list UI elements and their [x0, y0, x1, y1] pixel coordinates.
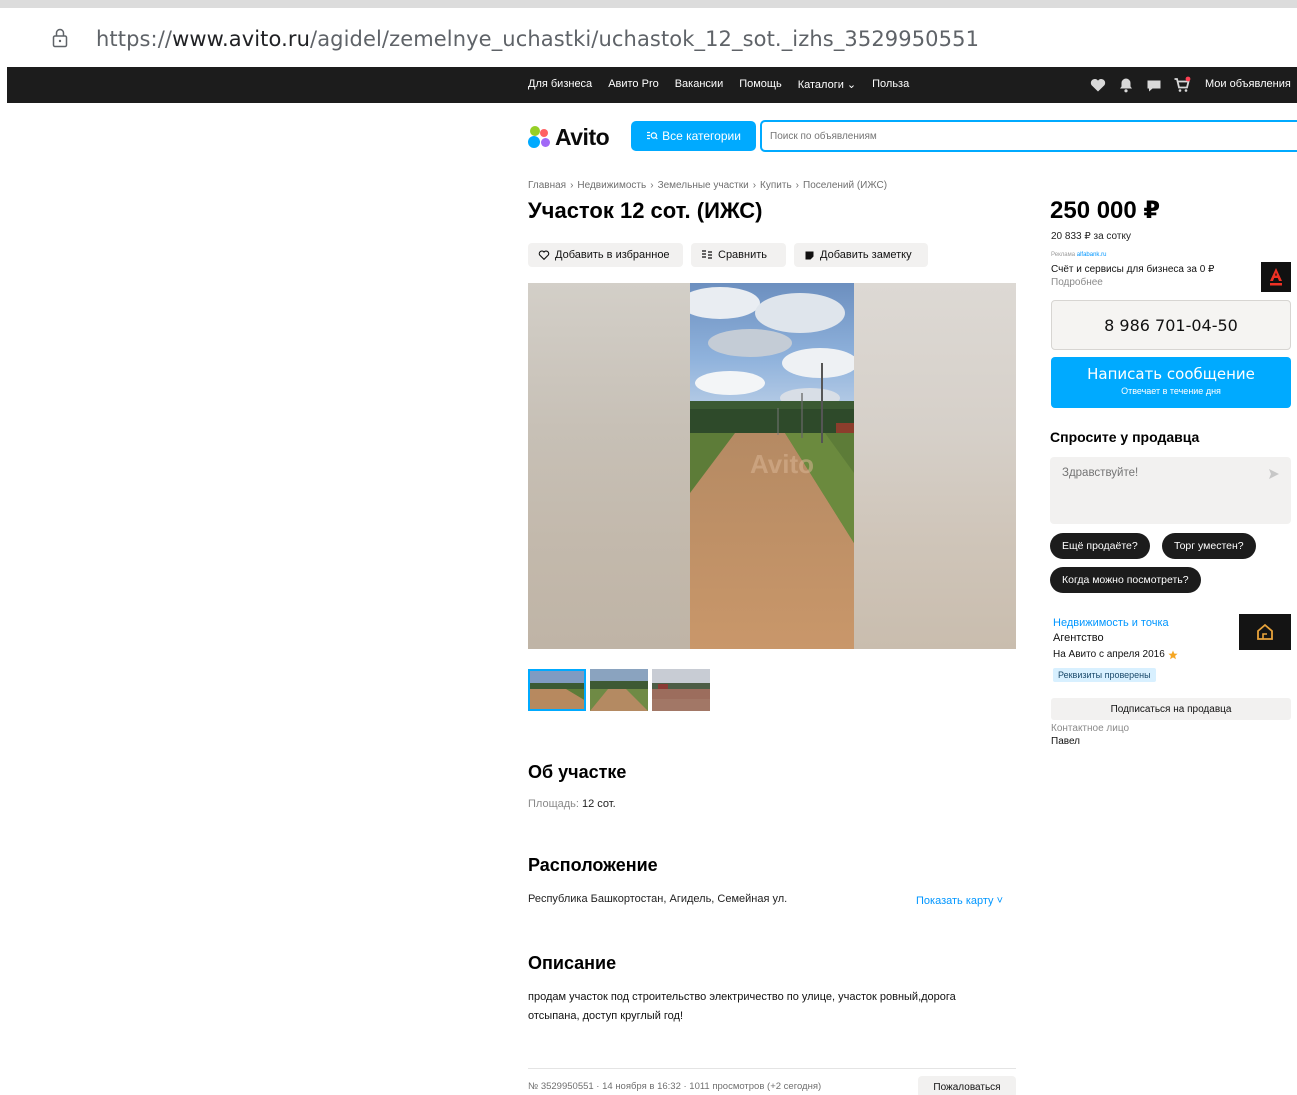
- breadcrumb-item-izhs[interactable]: Поселений (ИЖС): [803, 180, 887, 191]
- top-navigation: Для бизнеса Авито Pro Вакансии Помощь Ка…: [7, 67, 1297, 103]
- breadcrumb: Главная › Недвижимость › Земельные участки › К…: [528, 180, 888, 191]
- heart-icon[interactable]: [1089, 76, 1107, 94]
- photo-thumbnails: [528, 669, 710, 711]
- bell-icon[interactable]: [1117, 76, 1135, 94]
- gallery-blur-right: [854, 283, 1016, 649]
- ask-seller-box: [1050, 457, 1291, 524]
- avito-logo-text: Avito: [555, 123, 610, 150]
- thumbnail-2[interactable]: [590, 669, 648, 711]
- price-per-unit: 20 833 ₽ за сотку: [1051, 231, 1131, 242]
- seller-avatar[interactable]: [1239, 614, 1291, 650]
- compare-button[interactable]: Сравнить: [691, 243, 786, 267]
- ad-label: Реклама alfabank.ru: [1051, 252, 1106, 258]
- area-label: Площадь:: [528, 798, 579, 810]
- breadcrumb-item-realty[interactable]: Недвижимость: [577, 180, 646, 191]
- svg-text:Avito: Avito: [750, 449, 814, 479]
- heart-outline-icon: [538, 250, 550, 261]
- thumbnail-1[interactable]: [528, 669, 586, 711]
- nav-link-benefit[interactable]: Польза: [872, 78, 909, 91]
- lock-icon[interactable]: [52, 28, 68, 48]
- ask-seller-heading: Спросите у продавца: [1050, 429, 1200, 445]
- search-input[interactable]: [762, 122, 1297, 150]
- top-nav-icons: [1089, 76, 1191, 94]
- url-host: www.avito.ru: [172, 27, 311, 51]
- seller-name-link[interactable]: Недвижимость и точка: [1053, 617, 1169, 629]
- gallery-blur-left: [528, 283, 690, 649]
- chat-icon[interactable]: [1145, 76, 1163, 94]
- note-icon: [805, 251, 814, 259]
- nav-link-vacancies[interactable]: Вакансии: [675, 78, 724, 91]
- nav-link-avito-pro[interactable]: Авито Pro: [608, 78, 659, 91]
- area-row: Площадь: 12 сот.: [528, 798, 616, 810]
- page-title: Участок 12 сот. (ИЖС): [528, 198, 763, 223]
- contact-person-label: Контактное лицо: [1051, 723, 1130, 734]
- thumbnail-3[interactable]: [652, 669, 710, 711]
- breadcrumb-item-buy[interactable]: Купить: [760, 180, 792, 191]
- nav-link-help[interactable]: Помощь: [739, 78, 782, 91]
- subscribe-seller-button[interactable]: Подписаться на продавца: [1051, 698, 1291, 720]
- cart-icon[interactable]: [1173, 76, 1191, 94]
- ad-more-link[interactable]: Подробнее: [1051, 277, 1103, 288]
- url-prefix: https://: [96, 27, 173, 51]
- write-message-label: Написать сообщение: [1087, 365, 1255, 383]
- nav-link-catalogs[interactable]: Каталоги ⌄: [798, 78, 856, 91]
- listing-meta: № 3529950551 · 14 ноября в 16:32 · 1011 …: [528, 1081, 822, 1092]
- main-photo[interactable]: Avito: [690, 283, 854, 649]
- contact-person-name: Павел: [1051, 736, 1081, 747]
- browser-address-bar: https://www.avito.ru/agidel/zemelnye_uch…: [0, 0, 1297, 70]
- location-heading: Расположение: [528, 855, 658, 875]
- description-heading: Описание: [528, 953, 617, 973]
- add-to-favorites-label: Добавить в избранное: [555, 249, 670, 261]
- complain-button[interactable]: Пожаловаться: [918, 1076, 1016, 1095]
- seller-since: На Авито с апреля 2016: [1053, 649, 1178, 660]
- photo-gallery[interactable]: Avito: [528, 283, 1016, 649]
- alfa-logo[interactable]: [1261, 262, 1291, 292]
- price: 250 000 ₽: [1050, 197, 1161, 224]
- listing-actions: Добавить в избранное Сравнить Добавить з…: [528, 243, 928, 267]
- alfa-logo-mark: [1270, 268, 1282, 286]
- url-path: /agidel/zemelnye_uchastki/uchastok_12_so…: [310, 27, 980, 51]
- ad-source-link[interactable]: alfabank.ru: [1077, 252, 1107, 258]
- breadcrumb-item-land[interactable]: Земельные участки: [658, 180, 749, 191]
- seller-since-text: На Авито с апреля 2016: [1053, 649, 1165, 660]
- footer-divider: [528, 1068, 1016, 1069]
- description-text: продам участок под строительство электри…: [528, 991, 956, 1022]
- add-note-label: Добавить заметку: [820, 249, 912, 261]
- compare-icon: [702, 250, 712, 259]
- quick-question-bargain[interactable]: Торг уместен?: [1162, 533, 1256, 559]
- star-icon: [1168, 650, 1178, 659]
- phone-number-button[interactable]: 8 986 701-04-50: [1051, 300, 1291, 350]
- ad-title[interactable]: Счёт и сервисы для бизнеса за 0 ₽: [1051, 264, 1214, 275]
- ask-seller-input[interactable]: [1050, 457, 1260, 517]
- address-text: Республика Башкортостан, Агидель, Семейн…: [528, 893, 788, 905]
- write-message-button[interactable]: Написать сообщение Отвечает в течение дн…: [1051, 357, 1291, 408]
- breadcrumb-item-home[interactable]: Главная: [528, 180, 566, 191]
- compare-label: Сравнить: [718, 249, 768, 261]
- avito-logo[interactable]: Avito: [528, 122, 610, 152]
- quick-question-still-selling[interactable]: Ещё продаёте?: [1050, 533, 1150, 559]
- ad-label-text: Реклама: [1051, 252, 1076, 258]
- top-nav-links: Для бизнеса Авито Pro Вакансии Помощь Ка…: [528, 78, 925, 91]
- my-ads-link[interactable]: Мои объявления: [1205, 78, 1291, 90]
- send-icon[interactable]: [1267, 467, 1281, 481]
- all-categories-label: Все категории: [662, 129, 741, 143]
- search-box: [760, 120, 1297, 152]
- browser-tab-strip-edge: [0, 0, 1297, 8]
- quick-question-viewing[interactable]: Когда можно посмотреть?: [1050, 567, 1201, 593]
- about-heading: Об участке: [528, 762, 627, 782]
- add-note-button[interactable]: Добавить заметку: [794, 243, 928, 267]
- nav-link-business[interactable]: Для бизнеса: [528, 78, 592, 91]
- write-message-subtitle: Отвечает в течение дня: [1121, 386, 1221, 396]
- avito-logo-dots: [528, 125, 552, 149]
- area-value: 12 сот.: [582, 798, 616, 810]
- url-field[interactable]: https://www.avito.ru/agidel/zemelnye_uch…: [96, 27, 979, 51]
- house-icon: [1257, 623, 1273, 640]
- seller-type: Агентство: [1053, 632, 1104, 644]
- all-categories-button[interactable]: Все категории: [631, 121, 756, 151]
- show-map-link[interactable]: Показать карту ˅: [916, 895, 1003, 907]
- categories-search-icon: [647, 131, 658, 140]
- verified-badge: Реквизиты проверены: [1053, 668, 1156, 682]
- add-to-favorites-button[interactable]: Добавить в избранное: [528, 243, 683, 267]
